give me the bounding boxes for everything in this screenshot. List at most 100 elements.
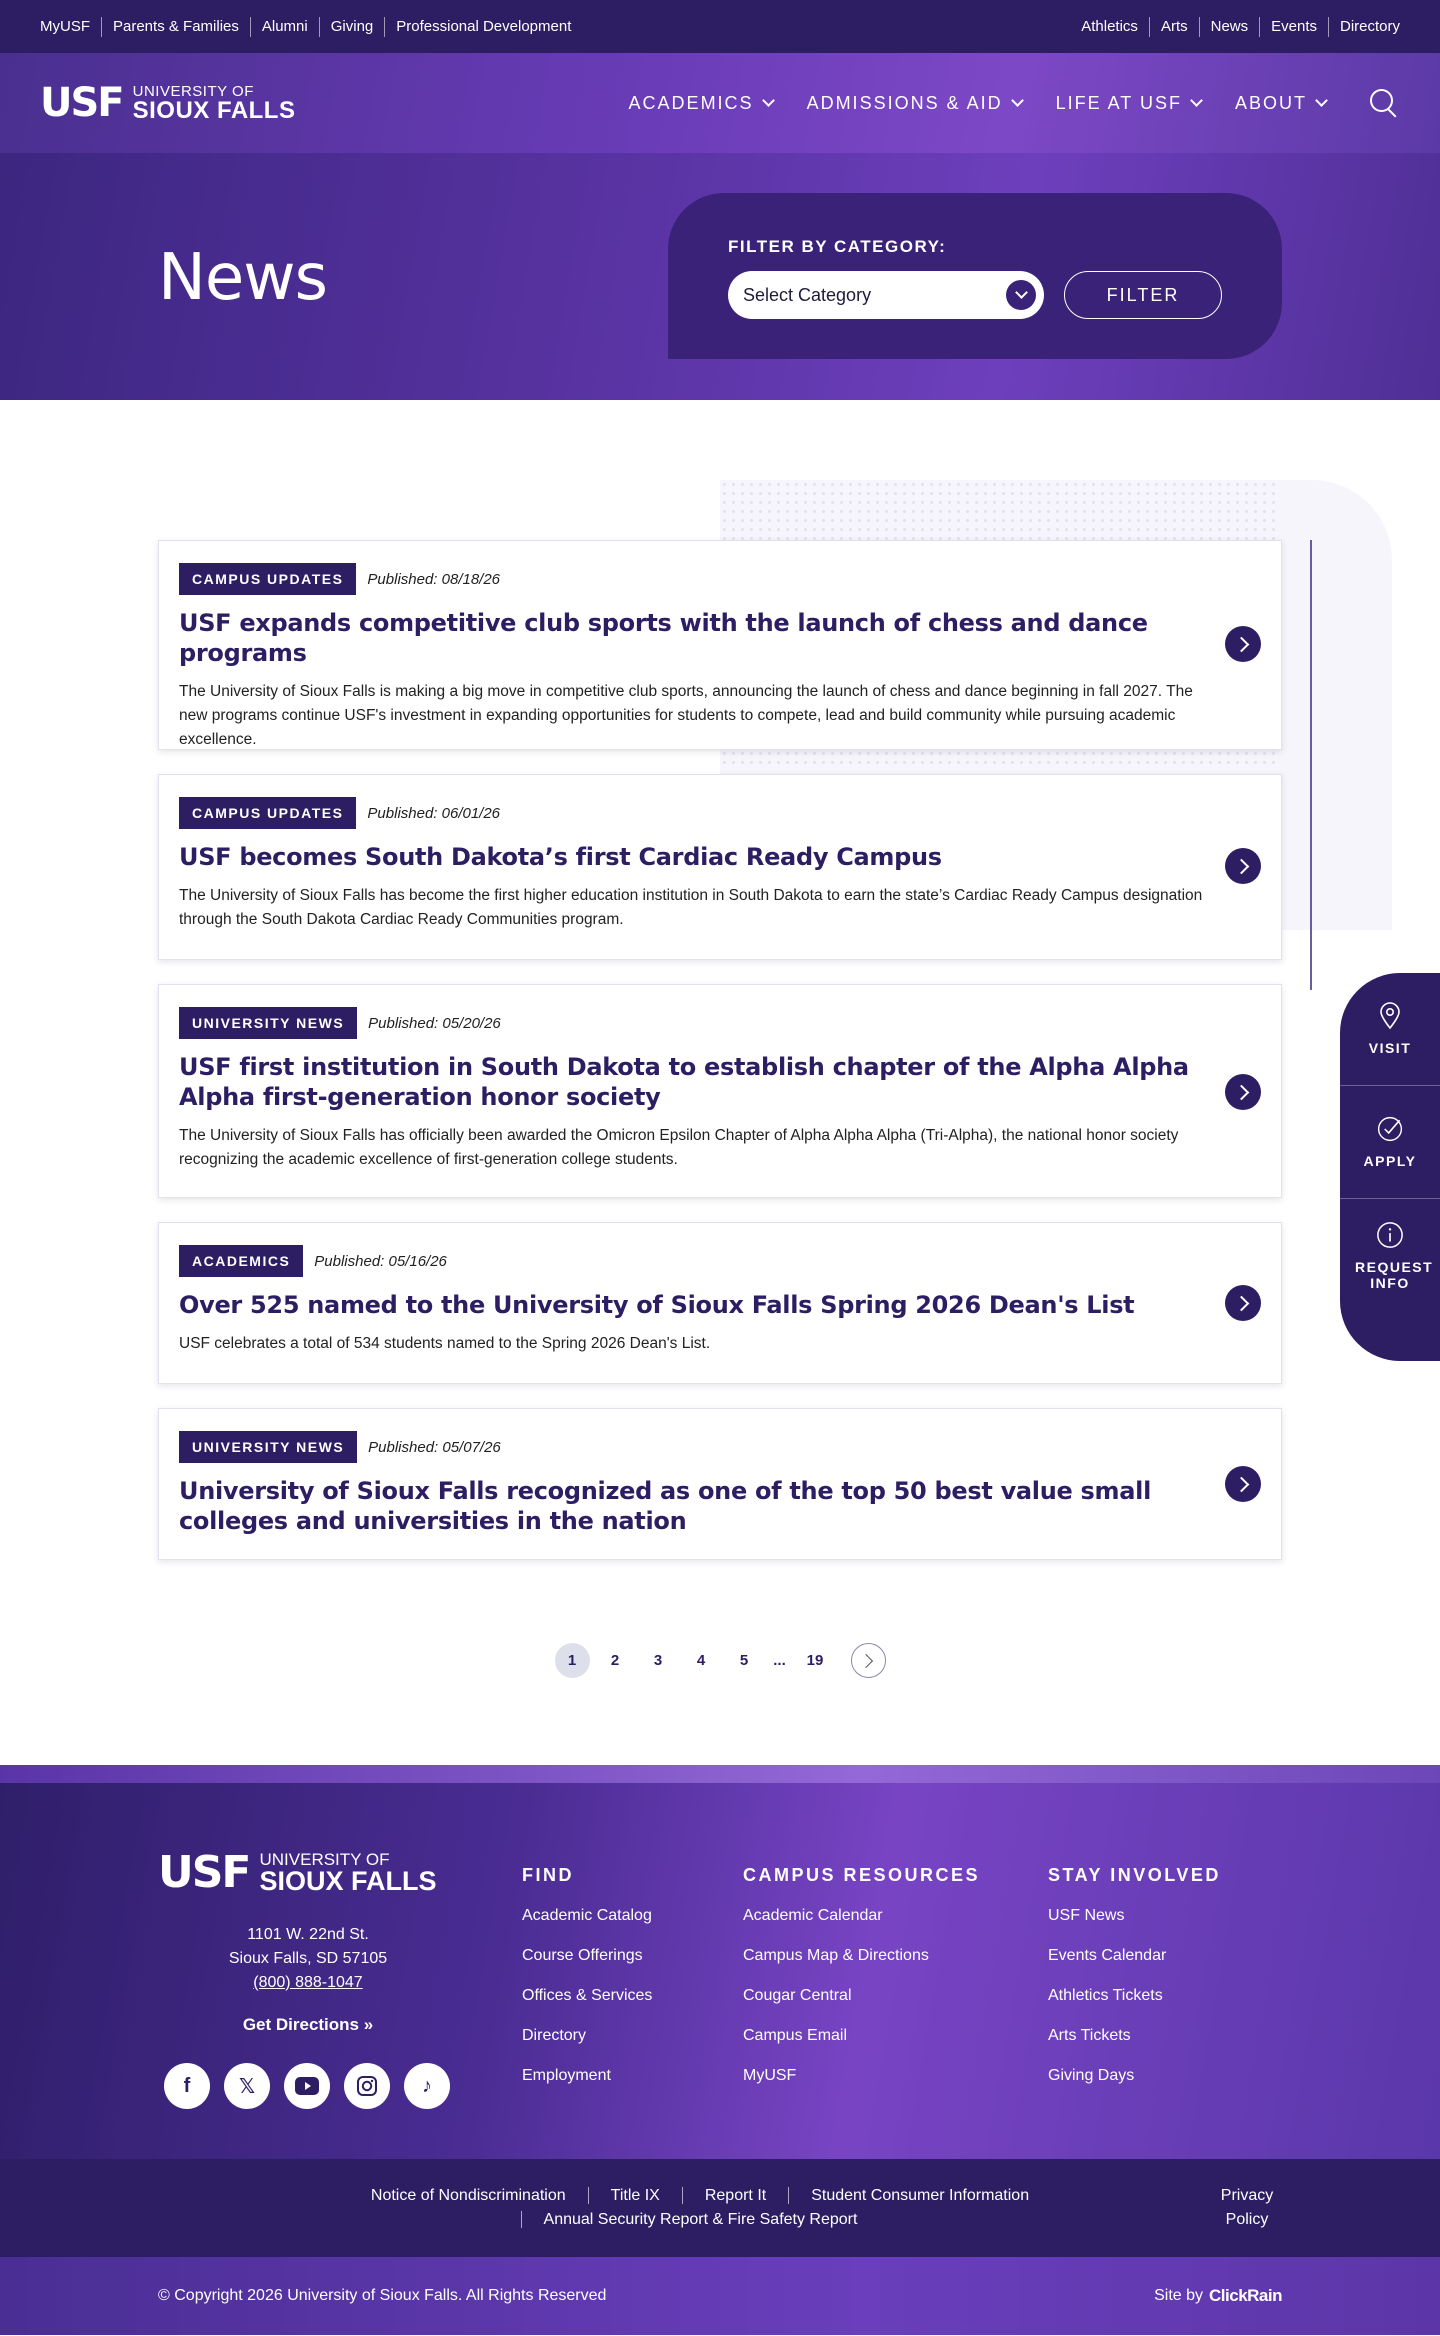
- apply-button[interactable]: APPLY: [1340, 1086, 1440, 1199]
- address-line-2: Sioux Falls, SD 57105: [228, 1950, 388, 1967]
- footer-col-find: FIND Academic Catalog Course Offerings O…: [522, 1865, 652, 2106]
- footer-link[interactable]: Cougar Central: [743, 1986, 980, 2006]
- article-summary: The University of Sioux Falls has offici…: [179, 1127, 1179, 1168]
- site-by-label: Site by: [1154, 2287, 1204, 2304]
- footer-link[interactable]: Campus Email: [743, 2026, 980, 2046]
- filter-button[interactable]: FILTER: [1064, 271, 1222, 319]
- article-title[interactable]: USF first institution in South Dakota to…: [179, 1052, 1221, 1112]
- footer-link[interactable]: Employment: [522, 2066, 652, 2086]
- category-badge[interactable]: CAMPUS UPDATES: [179, 797, 357, 829]
- footer-link[interactable]: Giving Days: [1048, 2066, 1221, 2086]
- logo-line-2: SIOUX FALLS: [259, 1866, 437, 1896]
- card-meta: CAMPUS UPDATES Published: 06/01/26: [179, 797, 1221, 829]
- utility-link-giving[interactable]: Giving: [318, 16, 385, 37]
- footer-link[interactable]: Academic Catalog: [522, 1906, 652, 1926]
- utility-link-news[interactable]: News: [1198, 16, 1260, 37]
- usf-logo[interactable]: USF UNIVERSITY OF SIOUX FALLS: [40, 83, 295, 123]
- nav-label: ACADEMICS: [628, 92, 754, 113]
- youtube-icon[interactable]: [284, 2063, 330, 2109]
- footer-link[interactable]: Athletics Tickets: [1048, 1986, 1221, 2006]
- utility-link-alumni[interactable]: Alumni: [249, 16, 319, 37]
- instagram-icon[interactable]: [344, 2063, 390, 2109]
- footer-link[interactable]: Campus Map & Directions: [743, 1946, 980, 1966]
- article-title[interactable]: USF expands competitive club sports with…: [179, 608, 1221, 668]
- footer-link[interactable]: Academic Calendar: [743, 1906, 980, 1926]
- chevron-right-icon[interactable]: [1225, 1285, 1261, 1321]
- copyright-text: © Copyright 2026 University of Sioux Fal…: [158, 2287, 607, 2304]
- page-5[interactable]: 5: [727, 1643, 762, 1678]
- card-meta: CAMPUS UPDATES Published: 08/18/26: [179, 563, 1221, 595]
- utility-link-arts[interactable]: Arts: [1148, 16, 1199, 37]
- news-card[interactable]: ACADEMICS Published: 05/16/26 Over 525 n…: [158, 1222, 1282, 1384]
- footer-link[interactable]: MyUSF: [743, 2066, 980, 2086]
- footer-col-campus-resources: CAMPUS RESOURCES Academic Calendar Campu…: [743, 1865, 980, 2106]
- nav-label: ABOUT: [1234, 92, 1307, 113]
- category-badge[interactable]: UNIVERSITY NEWS: [179, 1007, 358, 1039]
- page-2[interactable]: 2: [598, 1643, 633, 1678]
- site-header: USF UNIVERSITY OF SIOUX FALLS ACADEMICS …: [0, 53, 1440, 153]
- utility-link-events[interactable]: Events: [1259, 16, 1328, 37]
- footer-link[interactable]: Offices & Services: [522, 1986, 652, 2006]
- news-card[interactable]: UNIVERSITY NEWS Published: 05/20/26 USF …: [158, 984, 1282, 1198]
- facebook-icon[interactable]: f: [164, 2063, 210, 2109]
- nav-admissions-aid[interactable]: ADMISSIONS & AID: [807, 93, 1024, 114]
- category-select-value: Select Category: [743, 284, 872, 305]
- news-card[interactable]: CAMPUS UPDATES Published: 08/18/26 USF e…: [158, 540, 1282, 750]
- legal-link-report-it[interactable]: Report It: [681, 2187, 789, 2204]
- x-icon[interactable]: 𝕏: [224, 2063, 270, 2109]
- site-credit[interactable]: Site by ClickRain: [1154, 2286, 1282, 2306]
- request-info-button[interactable]: REQUEST INFO: [1340, 1199, 1440, 1312]
- next-page-button[interactable]: [850, 1643, 886, 1678]
- published-date: Published: 06/01/26: [367, 804, 501, 822]
- legal-link-nondiscrimination[interactable]: Notice of Nondiscrimination: [349, 2187, 588, 2204]
- privacy-policy-link[interactable]: Privacy Policy: [1212, 2184, 1282, 2232]
- phone-link[interactable]: (800) 888-1047: [158, 1971, 458, 1995]
- category-badge[interactable]: CAMPUS UPDATES: [179, 563, 357, 595]
- legal-link-title-ix[interactable]: Title IX: [587, 2187, 682, 2204]
- footer-logo[interactable]: USF UNIVERSITY OF SIOUX FALLS: [158, 1851, 437, 1895]
- news-list-section: CAMPUS UPDATES Published: 08/18/26 USF e…: [0, 400, 1440, 1765]
- utility-link-professional-development[interactable]: Professional Development: [384, 16, 582, 37]
- page-19[interactable]: 19: [798, 1643, 833, 1678]
- nav-life-at-usf[interactable]: LIFE AT USF: [1056, 93, 1203, 114]
- tiktok-icon[interactable]: ♪: [404, 2063, 450, 2109]
- article-title[interactable]: USF becomes South Dakota’s first Cardiac…: [179, 842, 1221, 872]
- footer-link[interactable]: Directory: [522, 2026, 652, 2046]
- footer-link[interactable]: USF News: [1048, 1906, 1221, 1926]
- footer-link[interactable]: Course Offerings: [522, 1946, 652, 1966]
- article-summary: The University of Sioux Falls has become…: [179, 887, 1203, 928]
- site-footer: USF UNIVERSITY OF SIOUX FALLS 1101 W. 22…: [0, 1783, 1440, 2159]
- utility-link-myusf[interactable]: MyUSF: [40, 17, 101, 37]
- category-badge[interactable]: UNIVERSITY NEWS: [179, 1431, 358, 1463]
- chevron-right-icon[interactable]: [1225, 1466, 1261, 1502]
- search-icon[interactable]: [1368, 87, 1400, 119]
- page-4[interactable]: 4: [684, 1643, 719, 1678]
- copyright-bar: © Copyright 2026 University of Sioux Fal…: [0, 2257, 1440, 2335]
- nav-about[interactable]: ABOUT: [1234, 92, 1328, 114]
- legal-link-consumer-info[interactable]: Student Consumer Information: [788, 2187, 1052, 2204]
- article-title[interactable]: University of Sioux Falls recognized as …: [179, 1476, 1221, 1536]
- news-card[interactable]: UNIVERSITY NEWS Published: 05/07/26 Univ…: [158, 1408, 1282, 1560]
- chevron-right-icon[interactable]: [1225, 848, 1261, 884]
- card-meta: ACADEMICS Published: 05/16/26: [179, 1245, 1221, 1277]
- published-date: Published: 05/16/26: [314, 1252, 447, 1270]
- category-select[interactable]: Select Category: [728, 271, 1044, 319]
- page-1[interactable]: 1: [554, 1643, 590, 1678]
- news-card[interactable]: CAMPUS UPDATES Published: 06/01/26 USF b…: [158, 774, 1282, 960]
- footer-link[interactable]: Arts Tickets: [1048, 2026, 1221, 2046]
- chevron-right-icon[interactable]: [1225, 1074, 1261, 1110]
- chevron-down-icon: [1010, 94, 1024, 107]
- footer-link[interactable]: Events Calendar: [1048, 1946, 1221, 1966]
- page-3[interactable]: 3: [641, 1643, 676, 1678]
- utility-link-parents[interactable]: Parents & Families: [101, 16, 250, 37]
- utility-link-athletics[interactable]: Athletics: [1081, 17, 1149, 37]
- logo-mark: USF: [158, 1847, 251, 1898]
- legal-link-security-report[interactable]: Annual Security Report & Fire Safety Rep…: [520, 2211, 880, 2228]
- utility-link-directory[interactable]: Directory: [1327, 16, 1400, 37]
- chevron-right-icon[interactable]: [1225, 626, 1261, 662]
- decorative-line: [1310, 540, 1312, 990]
- category-badge[interactable]: ACADEMICS: [179, 1245, 304, 1277]
- article-title[interactable]: Over 525 named to the University of Siou…: [179, 1290, 1221, 1320]
- nav-academics[interactable]: ACADEMICS: [628, 92, 775, 114]
- get-directions-link[interactable]: Get Directions »: [158, 2013, 458, 2037]
